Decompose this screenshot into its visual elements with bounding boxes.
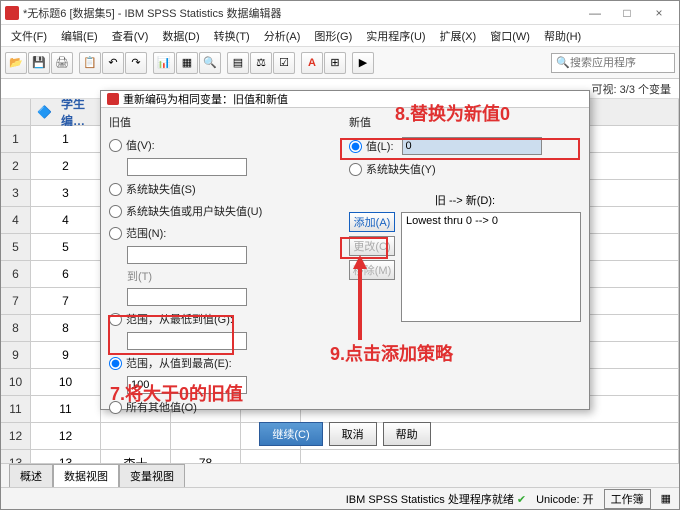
row-header[interactable]: 2 [1,153,31,180]
menu-analyze[interactable]: 分析(A) [258,26,307,46]
app-icon [5,6,19,20]
titlebar: *无标题6 [数据集5] - IBM SPSS Statistics 数据编辑器… [1,1,679,25]
opt-range-high[interactable]: 范围，从值到最高(E): [109,354,341,372]
add-button[interactable]: 添加(A) [349,212,395,232]
opt-new-sysmis[interactable]: 系统缺失值(Y) [349,160,581,178]
labels-icon[interactable]: A [301,52,323,74]
open-icon[interactable]: 📂 [5,52,27,74]
search-icon: 🔍 [556,56,570,69]
new-value-input[interactable] [402,137,542,155]
opt-range-low[interactable]: 范围，从最低到值(G): [109,310,341,328]
help-button[interactable]: 帮助 [383,422,431,446]
sets-icon[interactable]: ⊞ [324,52,346,74]
change-button[interactable]: 更改(C) [349,236,395,256]
opt-range[interactable]: 范围(N): [109,224,341,242]
old-value-label: 旧值 [109,114,341,130]
range-high-input[interactable] [127,376,247,394]
remove-button[interactable]: 移除(M) [349,260,395,280]
status-workbook[interactable]: 工作簿 [604,489,651,509]
cell[interactable]: 1 [31,126,101,153]
dialog-title: 重新编码为相同变量：旧值和新值 [123,91,288,107]
menu-transform[interactable]: 转换(T) [208,26,256,46]
opt-new-value[interactable]: 值(L): [349,136,581,156]
new-value-label: 新值 [349,114,581,130]
value-input[interactable] [127,158,247,176]
split-icon[interactable]: ▤ [227,52,249,74]
select-icon[interactable]: ☑ [273,52,295,74]
list-header-label: 旧 --> 新(D): [349,192,581,208]
undo-icon[interactable]: ↶ [102,52,124,74]
opt-sysmis[interactable]: 系统缺失值(S) [109,180,341,198]
view-tabs: 概述 数据视图 变量视图 [1,463,679,487]
status-processor: IBM SPSS Statistics 处理程序就绪 ✔ [346,491,526,507]
menubar: 文件(F) 编辑(E) 查看(V) 数据(D) 转换(T) 分析(A) 图形(G… [1,25,679,47]
search-box[interactable]: 🔍 [551,53,675,73]
goto-icon[interactable]: 📊 [153,52,175,74]
menu-view[interactable]: 查看(V) [106,26,155,46]
search-input[interactable] [570,57,670,69]
opt-sysusermis[interactable]: 系统缺失值或用户缺失值(U) [109,202,341,220]
tab-var-view[interactable]: 变量视图 [119,464,185,487]
statusbar: IBM SPSS Statistics 处理程序就绪 ✔ Unicode: 开 … [1,487,679,509]
menu-extensions[interactable]: 扩展(X) [434,26,483,46]
vars-icon[interactable]: ▦ [176,52,198,74]
save-icon[interactable]: 💾 [28,52,50,74]
opt-value[interactable]: 值(V): [109,136,341,154]
continue-button[interactable]: 继续(C) [259,422,322,446]
close-button[interactable]: × [643,3,675,23]
visible-vars: 可视: 3/3 个变量 [592,81,671,97]
range-to-label: 到(T) [127,268,341,284]
col-header-1[interactable]: 🔷 学生编… [31,99,101,126]
tab-data-view[interactable]: 数据视图 [53,464,119,487]
menu-edit[interactable]: 编辑(E) [55,26,104,46]
new-value-panel: 新值 值(L): 系统缺失值(Y) 旧 --> 新(D): 添加(A) 更改(C… [349,114,581,416]
old-value-panel: 旧值 值(V): 系统缺失值(S) 系统缺失值或用户缺失值(U) 范围(N): … [109,114,341,416]
menu-file[interactable]: 文件(F) [5,26,53,46]
toolbar: 📂 💾 🖨 📋 ↶ ↷ 📊 ▦ 🔍 ▤ ⚖ ☑ A ⊞ ▶ 🔍 [1,47,679,79]
window-title: *无标题6 [数据集5] - IBM SPSS Statistics 数据编辑器 [23,5,579,21]
list-item[interactable]: Lowest thru 0 --> 0 [406,215,576,227]
status-icon[interactable]: ▦ [661,492,671,505]
run-icon[interactable]: ▶ [352,52,374,74]
menu-graph[interactable]: 图形(G) [308,26,358,46]
corner-cell [1,99,31,126]
dialog-buttons: 继续(C) 取消 帮助 [101,418,589,454]
menu-utilities[interactable]: 实用程序(U) [360,26,431,46]
range-low-input[interactable] [127,332,247,350]
find-icon[interactable]: 🔍 [199,52,221,74]
maximize-button[interactable]: □ [611,3,643,23]
row-header[interactable]: 1 [1,126,31,153]
dialog-titlebar: 重新编码为相同变量：旧值和新值 [101,91,589,108]
menu-data[interactable]: 数据(D) [156,26,205,46]
redo-icon[interactable]: ↷ [125,52,147,74]
minimize-button[interactable]: — [579,3,611,23]
dialog-icon [107,93,119,105]
tab-overview[interactable]: 概述 [9,464,53,487]
mapping-listbox[interactable]: Lowest thru 0 --> 0 [401,212,581,322]
menu-help[interactable]: 帮助(H) [538,26,587,46]
status-unicode: Unicode: 开 [536,491,593,507]
recall-icon[interactable]: 📋 [79,52,101,74]
menu-window[interactable]: 窗口(W) [484,26,536,46]
range-from-input[interactable] [127,246,247,264]
range-to-input[interactable] [127,288,247,306]
weight-icon[interactable]: ⚖ [250,52,272,74]
cancel-button[interactable]: 取消 [329,422,377,446]
recode-dialog: 重新编码为相同变量：旧值和新值 旧值 值(V): 系统缺失值(S) 系统缺失值或… [100,90,590,410]
print-icon[interactable]: 🖨 [51,52,73,74]
opt-else[interactable]: 所有其他值(O) [109,398,341,416]
